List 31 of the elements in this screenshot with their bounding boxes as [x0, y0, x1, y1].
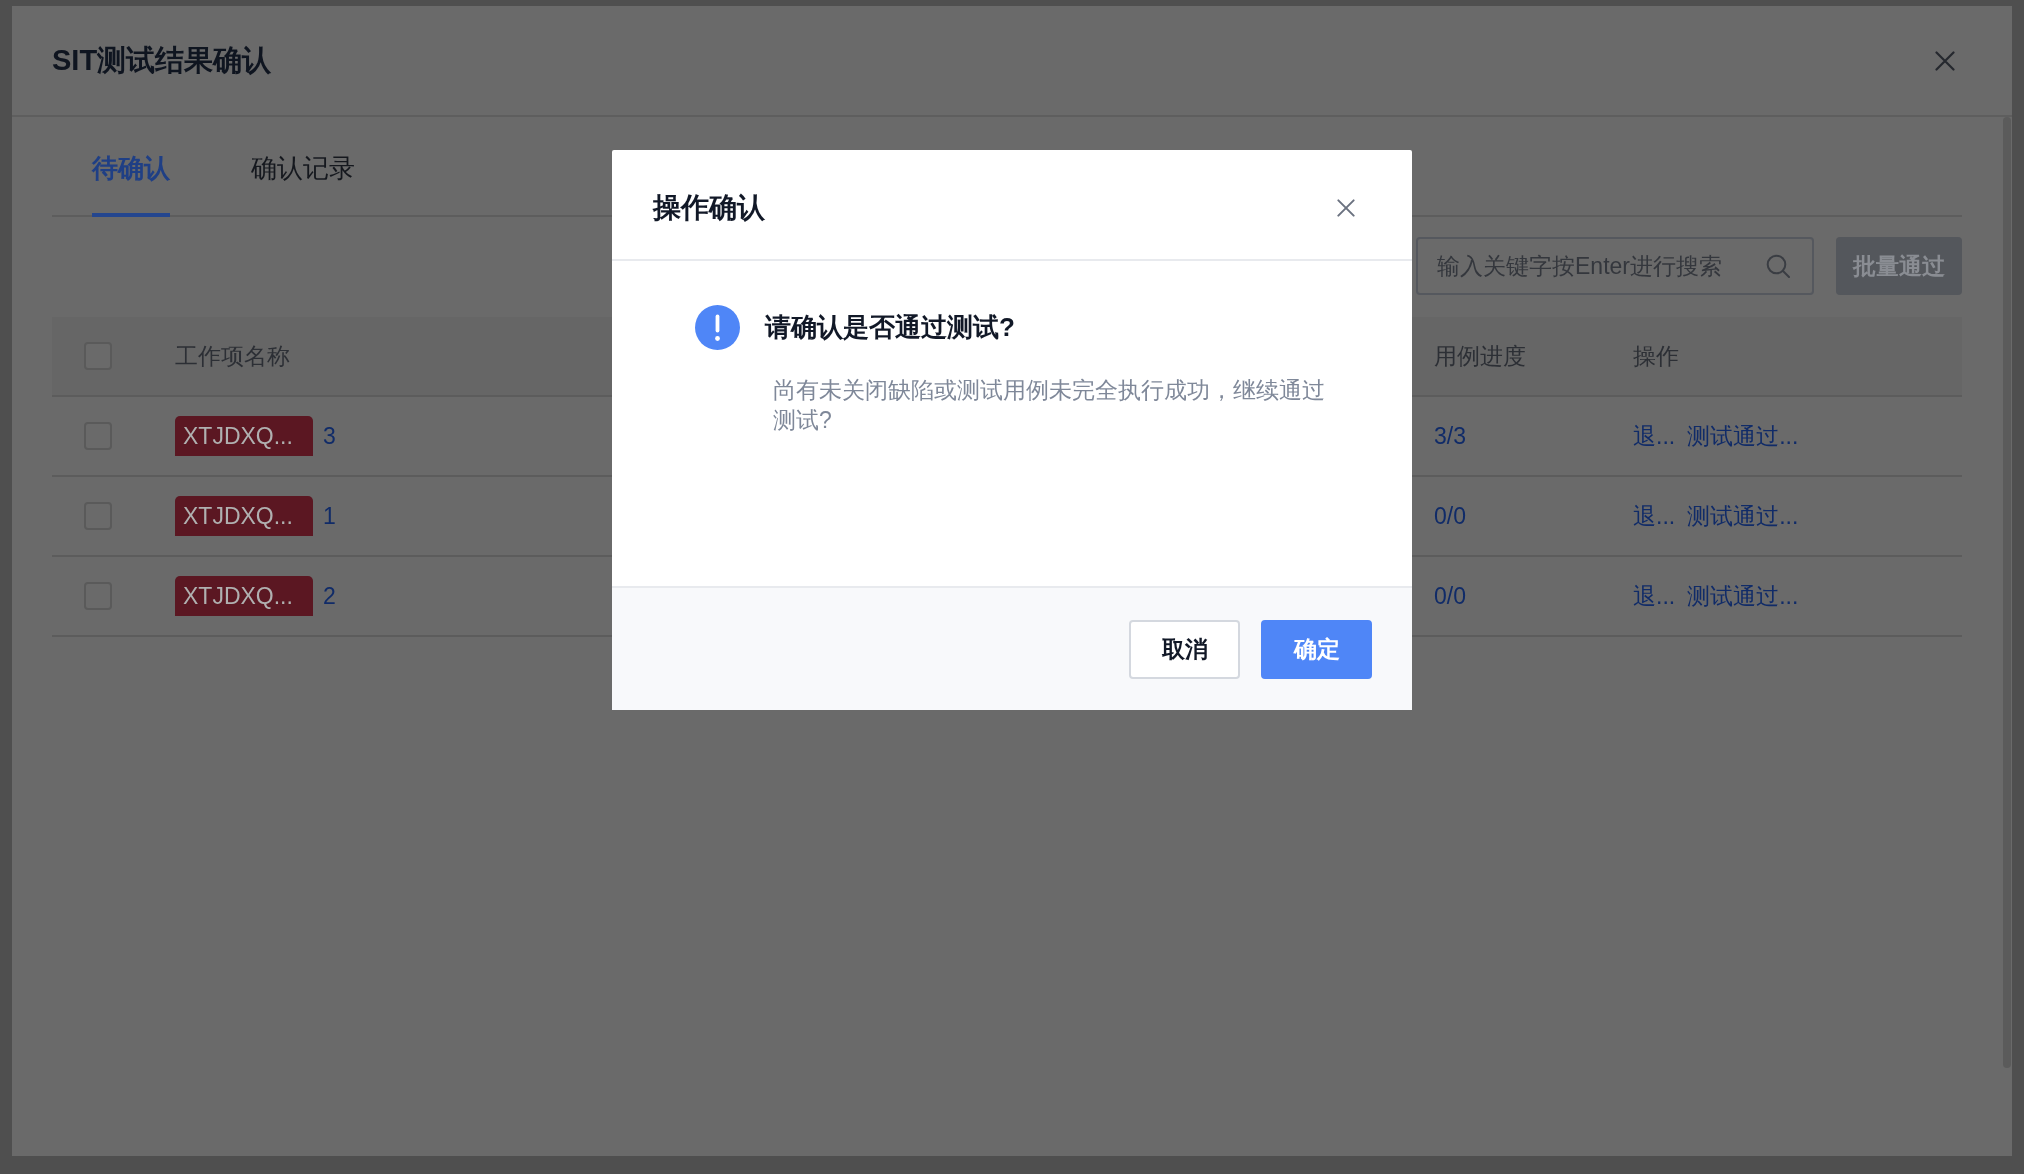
- confirm-button[interactable]: 确定: [1261, 619, 1372, 679]
- column-header: 操作: [1633, 342, 1679, 369]
- action-link[interactable]: 退...: [1633, 500, 1676, 532]
- progress-link[interactable]: 0/0: [1434, 582, 1466, 609]
- column-header: 用例进度: [1434, 342, 1526, 369]
- action-link[interactable]: 退...: [1633, 420, 1676, 452]
- work-item-link[interactable]: 2: [322, 582, 336, 610]
- cancel-button[interactable]: 取消: [1129, 619, 1240, 679]
- work-item-tag: XTJDXQ...: [175, 496, 313, 536]
- progress-link[interactable]: 3/3: [1434, 422, 1466, 449]
- progress-link[interactable]: 0/0: [1434, 502, 1466, 529]
- search-icon: [1766, 254, 1790, 278]
- tab[interactable]: 确认记录: [251, 139, 355, 217]
- work-item-link[interactable]: 1: [322, 502, 336, 530]
- column-header: 工作项名称: [175, 342, 290, 369]
- work-item-link[interactable]: 3: [322, 422, 336, 450]
- action-link[interactable]: 测试通过...: [1687, 420, 1799, 452]
- dialog-question: 请确认是否通过测试?: [765, 311, 1015, 344]
- action-link[interactable]: 测试通过...: [1687, 580, 1799, 612]
- work-item-tag: XTJDXQ...: [175, 576, 313, 616]
- action-link[interactable]: 测试通过...: [1687, 500, 1799, 532]
- dialog-title: 操作确认: [653, 190, 765, 225]
- dialog-message: 尚有未关闭缺陷或测试用例未完全执行成功，继续通过测试?: [773, 376, 1326, 435]
- close-icon[interactable]: [1935, 50, 1955, 71]
- scrollbar[interactable]: [2003, 117, 2011, 1068]
- close-icon[interactable]: [1337, 198, 1355, 217]
- drawer-title: SIT测试结果确认: [52, 42, 272, 78]
- tab[interactable]: 待确认: [92, 139, 170, 217]
- exclamation-icon: [695, 305, 740, 350]
- work-item-tag: XTJDXQ...: [175, 416, 313, 456]
- action-link[interactable]: 退...: [1633, 580, 1676, 612]
